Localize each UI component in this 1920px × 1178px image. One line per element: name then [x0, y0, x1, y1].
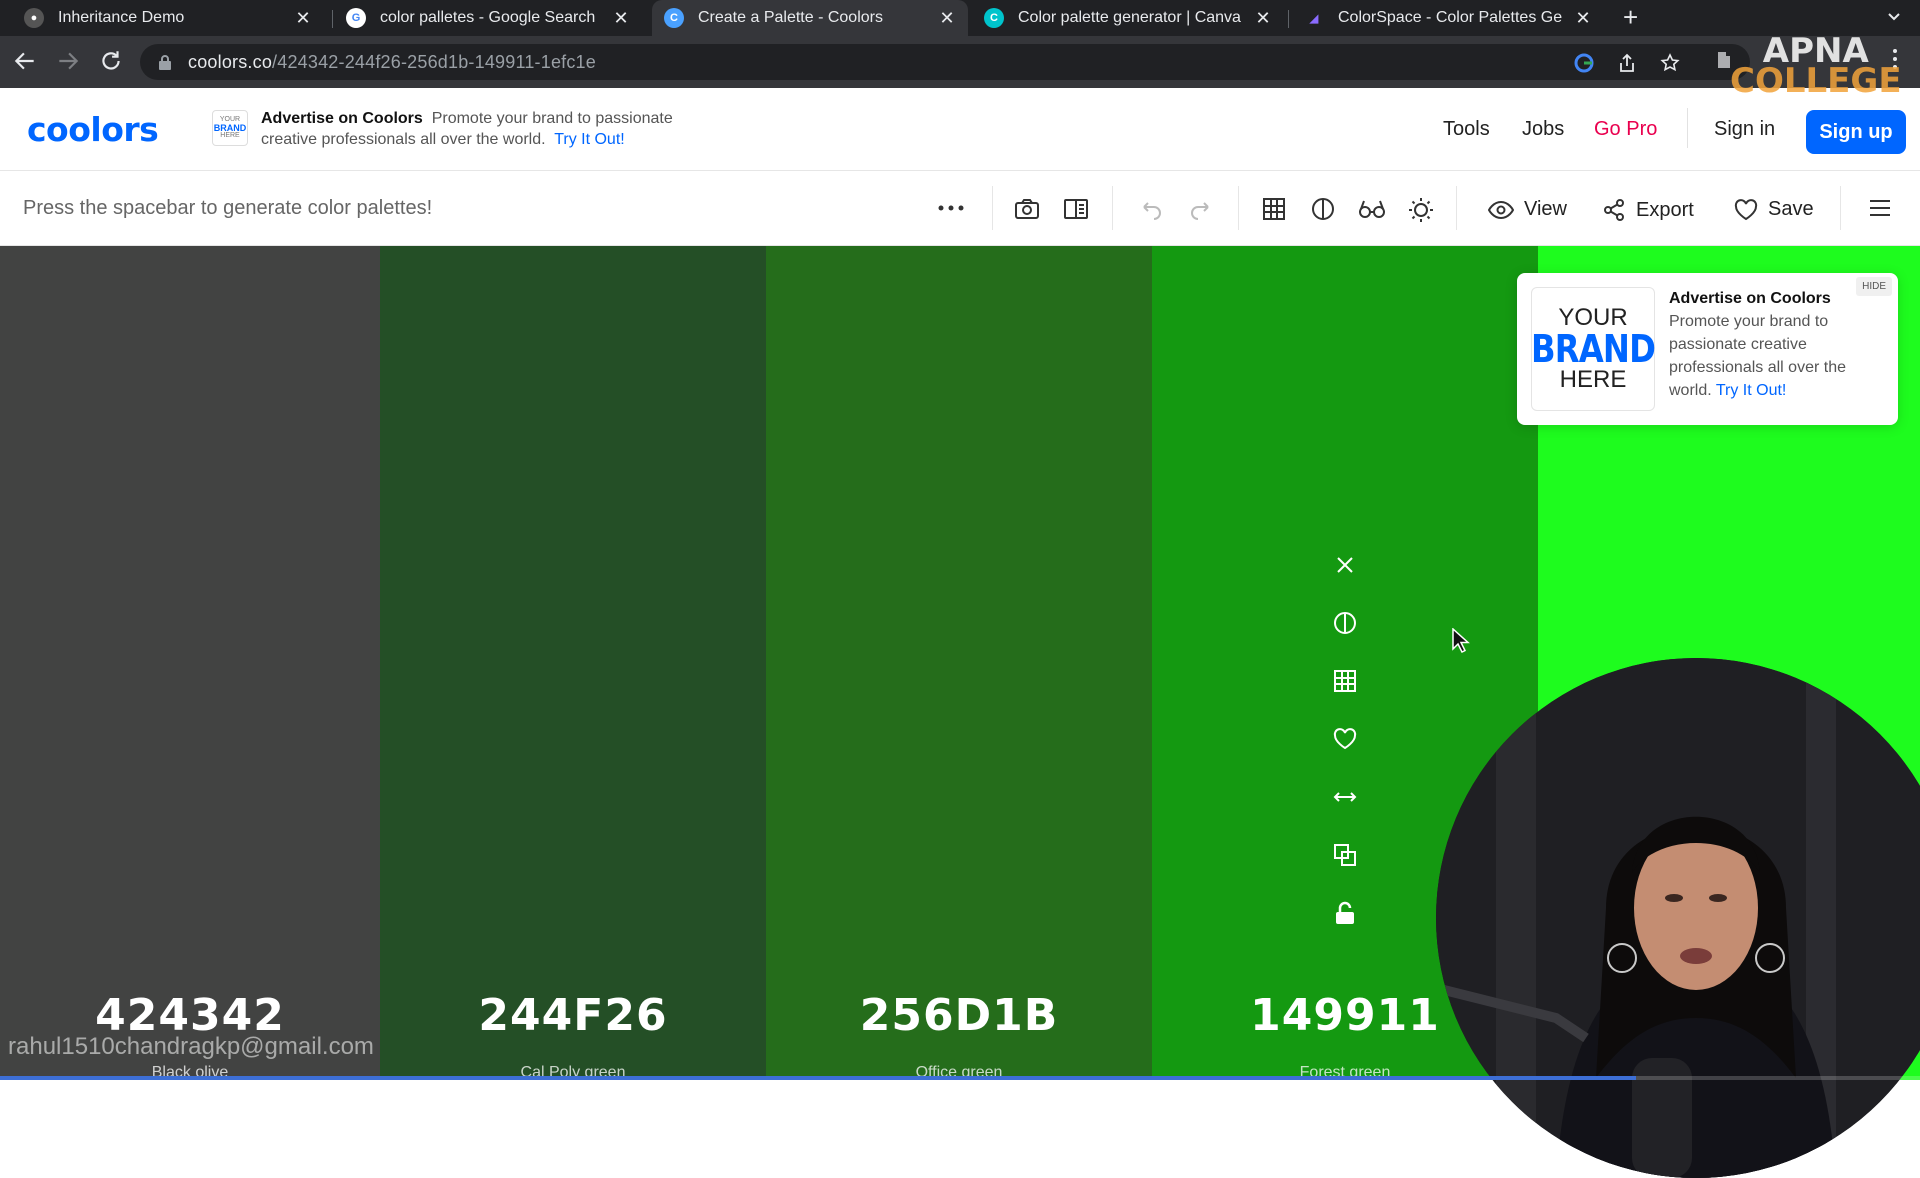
lock-icon: [158, 54, 172, 70]
url-text: coolors.co/424342-244f26-256d1b-149911-1…: [188, 51, 596, 72]
browser-tab-coolors[interactable]: C Create a Palette - Coolors ✕: [652, 0, 968, 36]
tab-title: ColorSpace - Color Palettes Ge: [1338, 9, 1563, 26]
tab-title: Color palette generator | Canva: [1018, 9, 1241, 26]
ad-thumb-brand: BRAND: [213, 123, 247, 133]
browser-nav-bar: coolors.co/424342-244f26-256d1b-149911-1…: [0, 36, 1920, 88]
sign-in-link[interactable]: Sign in: [1714, 118, 1775, 141]
browser-tab-colorspace[interactable]: ◢ ColorSpace - Color Palettes Ge ✕: [1292, 0, 1604, 36]
more-options-icon[interactable]: [938, 204, 964, 212]
export-button[interactable]: Export: [1602, 198, 1694, 222]
share-icon[interactable]: [1618, 53, 1636, 73]
remove-color-icon[interactable]: [1332, 552, 1358, 578]
spacebar-hint: Press the spacebar to generate color pal…: [23, 197, 433, 219]
close-tab-icon[interactable]: ✕: [1574, 8, 1592, 29]
browser-tab-bar: ● Inheritance Demo ✕ G color palletes - …: [0, 0, 1920, 36]
video-progress-bar[interactable]: [0, 1076, 1920, 1080]
undo-icon[interactable]: [1138, 197, 1164, 221]
ad-card-text: Advertise on Coolors Promote your brand …: [1669, 287, 1889, 402]
colorspace-icon: ◢: [1309, 12, 1319, 25]
close-tab-icon[interactable]: ✕: [938, 8, 956, 29]
color-blindness-glasses-icon[interactable]: [1358, 197, 1386, 221]
channel-watermark: APNA COLLEGE: [1730, 34, 1902, 101]
drag-arrows-icon[interactable]: [1332, 784, 1358, 810]
forward-icon[interactable]: [55, 48, 81, 74]
nav-go-pro[interactable]: Go Pro: [1594, 118, 1657, 141]
bookmark-star-icon[interactable]: [1660, 53, 1680, 73]
reload-icon[interactable]: [98, 48, 124, 74]
redo-icon[interactable]: [1188, 197, 1214, 221]
tab-search-icon[interactable]: [1884, 6, 1904, 26]
heart-icon[interactable]: [1332, 726, 1358, 752]
close-tab-icon[interactable]: ✕: [294, 8, 312, 29]
mouse-cursor-icon: [1452, 628, 1470, 654]
ad-card[interactable]: HIDE YOUR BRAND HERE Advertise on Coolor…: [1517, 273, 1898, 425]
nav-tools[interactable]: Tools: [1443, 118, 1490, 141]
ad-brand-thumbnail[interactable]: YOUR BRAND HERE: [212, 110, 248, 146]
header-ad-link[interactable]: Try It Out!: [554, 131, 625, 148]
back-icon[interactable]: [12, 48, 38, 74]
nav-jobs[interactable]: Jobs: [1522, 118, 1564, 141]
new-tab-button[interactable]: +: [1623, 2, 1638, 33]
view-layout-icon[interactable]: [1063, 197, 1089, 221]
github-icon: ●: [24, 8, 44, 28]
tab-title: Inheritance Demo: [58, 9, 185, 26]
header-ad-title: Advertise on Coolors: [261, 110, 423, 127]
presenter-webcam: [1436, 658, 1920, 1178]
browser-tab-google[interactable]: G color palletes - Google Search ✕: [334, 0, 642, 36]
header-ad-text: Advertise on Coolors Promote your brand …: [261, 108, 721, 150]
lock-open-icon[interactable]: [1332, 900, 1358, 926]
canva-icon: C: [984, 8, 1004, 28]
shades-icon[interactable]: [1332, 610, 1358, 636]
ad-card-title: Advertise on Coolors: [1669, 290, 1831, 307]
grid-shades-icon[interactable]: [1332, 668, 1358, 694]
ad-card-link[interactable]: Try It Out!: [1716, 382, 1787, 399]
tab-title: Create a Palette - Coolors: [698, 9, 883, 26]
google-lens-icon[interactable]: [1574, 53, 1594, 73]
view-label: View: [1524, 198, 1567, 220]
email-watermark: rahul1510chandragkp@gmail.com: [8, 1033, 374, 1060]
save-button[interactable]: Save: [1734, 198, 1814, 221]
view-button[interactable]: View: [1488, 198, 1567, 221]
export-label: Export: [1636, 198, 1694, 221]
ad-thumb-text: HERE: [220, 132, 240, 139]
save-label: Save: [1768, 198, 1814, 220]
browser-tab-inheritance[interactable]: ● Inheritance Demo ✕: [12, 0, 324, 36]
copy-hex-icon[interactable]: [1332, 842, 1358, 868]
color-column[interactable]: 244F26 Cal Poly green: [380, 246, 766, 1081]
color-column[interactable]: 424342 Black olive: [0, 246, 380, 1081]
grid-icon[interactable]: [1262, 197, 1286, 221]
color-hex-code[interactable]: 256D1B: [766, 990, 1152, 1041]
brightness-icon[interactable]: [1408, 197, 1434, 223]
close-tab-icon[interactable]: ✕: [612, 8, 630, 29]
palette-toolbar: Press the spacebar to generate color pal…: [0, 172, 1920, 246]
brand-text: BRAND: [1530, 327, 1656, 371]
sign-up-button[interactable]: Sign up: [1806, 110, 1906, 154]
color-column[interactable]: 256D1B Office green: [766, 246, 1152, 1081]
watermark-text-bottom: COLLEGE: [1730, 61, 1902, 101]
close-tab-icon[interactable]: ✕: [1254, 8, 1272, 29]
address-bar[interactable]: coolors.co/424342-244f26-256d1b-149911-1…: [140, 44, 1750, 80]
hamburger-menu-icon[interactable]: [1868, 198, 1892, 218]
tab-title: color palletes - Google Search: [380, 9, 596, 26]
site-header: coolors YOUR BRAND HERE Advertise on Coo…: [0, 88, 1920, 171]
ad-brand-image: YOUR BRAND HERE: [1530, 287, 1656, 411]
coolors-icon: C: [664, 8, 684, 28]
brand-text: HERE: [1559, 366, 1627, 393]
coolors-logo[interactable]: coolors: [27, 110, 159, 149]
color-hex-code[interactable]: 244F26: [380, 990, 766, 1041]
browser-tab-canva[interactable]: C Color palette generator | Canva ✕: [972, 0, 1284, 36]
camera-icon[interactable]: [1014, 197, 1040, 221]
google-icon: G: [346, 8, 366, 28]
video-progress-fill: [0, 1076, 1636, 1080]
contrast-icon[interactable]: [1311, 197, 1335, 221]
